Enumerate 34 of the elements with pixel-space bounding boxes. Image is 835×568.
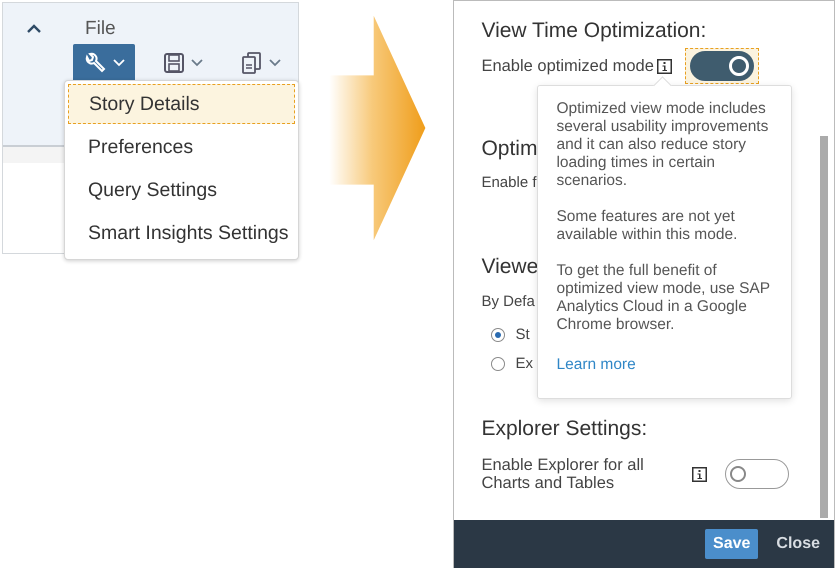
menu-item[interactable]: Query Settings [68,170,295,210]
menu-item[interactable]: Story Details [68,84,295,124]
caret-icon [191,59,203,67]
tooltip-text: To get the full benefit of optimized view mode, use SAP Analytics Cloud in a Google Chrome browser. [556,262,771,334]
setting-label: Enable optimized mode [481,57,655,75]
tooltip-text: Some features are not yet available within this mode. [556,208,738,244]
close-button[interactable]: Close [776,529,820,559]
section-title: Optim [481,136,538,162]
section-title: Viewe [481,254,538,280]
section-label: File [85,18,117,40]
menu-item[interactable]: Preferences [68,127,295,167]
caret-icon [113,59,125,67]
copy-icon [241,51,263,75]
toggle-switch[interactable] [685,48,760,84]
radio-button[interactable] [491,357,506,371]
wrench-icon [83,51,107,75]
scrollbar[interactable] [820,136,828,518]
caret-icon [269,59,281,67]
radio-button[interactable] [491,328,506,342]
section-title: View Time Optimization: [481,18,706,44]
setting-label: Enable Explorer for all Charts and Tables [481,456,645,492]
learn-more-link[interactable]: Learn more [556,356,636,374]
radio-label: St [515,326,530,344]
setting-label: Enable f [481,174,536,192]
collapse-icon[interactable] [26,24,42,34]
section-title: Explorer Settings: [481,416,648,442]
info-icon[interactable] [692,466,708,482]
tooltip-text: Optimized view mode includes several usability improvements and it can also reduce story loading times in certain scenarios. [556,100,770,190]
tools-button[interactable] [73,44,135,82]
setting-label: By Defa [481,293,535,311]
menu-item[interactable]: Smart Insights Settings [68,213,295,253]
info-icon[interactable] [657,58,672,74]
save-icon [163,52,185,74]
radio-label: Ex [515,355,533,373]
